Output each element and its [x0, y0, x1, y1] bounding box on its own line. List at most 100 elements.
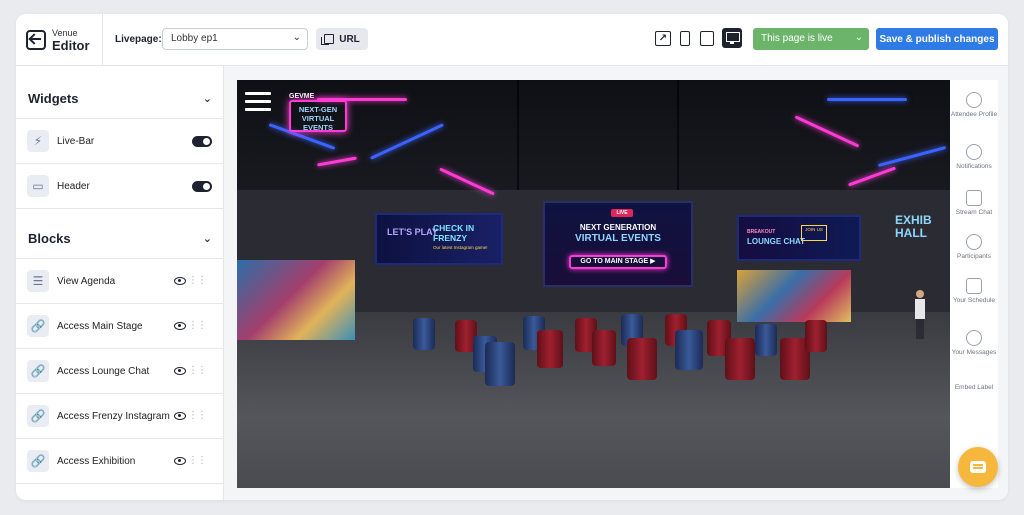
block-row-frenzy-instagram[interactable]: 🔗 Access Frenzy Instagram ⋮⋮ — [16, 393, 224, 438]
block-row-lounge-chat[interactable]: 🔗 Access Lounge Chat ⋮⋮ — [16, 348, 224, 393]
block-label: Access Frenzy Instagram — [57, 410, 170, 422]
main-title-line2: VIRTUAL EVENTS — [575, 233, 661, 244]
check-in-frenzy-title: CHECK IN FRENZY — [433, 223, 475, 243]
sidebar: Widgets ⌄ ⚡ Live-Bar ▭ Header Blocks ⌄ ☰… — [16, 66, 224, 500]
eye-icon[interactable] — [174, 367, 186, 375]
user-icon — [966, 92, 982, 108]
exit-icon — [26, 30, 46, 50]
url-button-label: URL — [339, 33, 360, 45]
save-publish-button[interactable]: Save & publish changes — [876, 28, 998, 50]
widget-row-live-bar[interactable]: ⚡ Live-Bar — [16, 118, 224, 163]
rail-your-schedule[interactable]: Your Schedule — [950, 278, 998, 305]
rail-notifications[interactable]: Notifications — [950, 144, 998, 171]
mobile-view-icon[interactable] — [680, 31, 690, 46]
blocks-title: Blocks — [28, 230, 71, 246]
header-divider — [102, 14, 103, 66]
chat-fab-button[interactable] — [958, 447, 998, 487]
eye-icon[interactable] — [174, 322, 186, 330]
gevme-logo: GEVME — [289, 93, 315, 100]
lounge-chat-title: LOUNGE CHAT — [747, 237, 806, 246]
calendar-icon — [966, 278, 982, 294]
chevron-down-icon: ⌄ — [202, 232, 212, 245]
brand-main-text: Editor — [52, 37, 90, 53]
exhibition-hall-sign[interactable]: EXHIB HALL — [895, 214, 950, 240]
venue-preview[interactable]: GEVME NEXT-GEN VIRTUAL EVENTS LET'S PLAY… — [237, 80, 950, 488]
blocks-section-header[interactable]: Blocks ⌄ — [16, 218, 224, 258]
link-icon: 🔗 — [27, 450, 49, 472]
drag-handle-icon[interactable]: ⋮⋮ — [188, 276, 207, 286]
lightning-icon: ⚡ — [27, 130, 49, 152]
tablet-view-icon[interactable] — [700, 31, 714, 46]
widgets-title: Widgets — [28, 90, 79, 106]
link-icon: 🔗 — [27, 360, 49, 382]
breakout-text: BREAKOUT — [747, 229, 776, 235]
live-bar-toggle[interactable] — [192, 135, 212, 147]
open-external-icon[interactable]: ↗ — [655, 31, 671, 46]
chevron-down-icon: ⌄ — [292, 32, 301, 43]
hamburger-menu-icon[interactable] — [245, 92, 271, 116]
people-icon — [966, 234, 982, 250]
widgets-section-header[interactable]: Widgets ⌄ — [16, 78, 224, 118]
header-toggle[interactable] — [192, 180, 212, 192]
eye-icon[interactable] — [174, 277, 186, 285]
chat-icon — [966, 190, 982, 206]
check-in-frenzy-screen[interactable]: LET'S PLAY CHECK IN FRENZY Our latest In… — [375, 213, 503, 265]
top-bar: Venue Editor Livepage: Lobby ep1 ⌄ URL ↗… — [16, 14, 1008, 66]
livepage-value: Lobby ep1 — [171, 33, 218, 44]
main-title-line1: NEXT GENERATION — [579, 223, 657, 232]
live-status-value: This page is live — [761, 33, 833, 44]
livepage-select[interactable]: Lobby ep1 ⌄ — [162, 28, 308, 50]
left-mural — [237, 260, 355, 340]
section-divider — [16, 483, 224, 484]
rail-embed-label[interactable]: Embed Label — [950, 384, 998, 392]
live-badge: LIVE — [611, 209, 633, 217]
drag-handle-icon[interactable]: ⋮⋮ — [188, 411, 207, 421]
frenzy-subtitle: Our latest Instagram game! — [433, 245, 488, 250]
join-us-sign: JOIN US — [801, 225, 827, 241]
neon-sign-next-gen: NEXT-GEN VIRTUAL EVENTS — [289, 100, 347, 132]
rail-attendee-profile[interactable]: Attendee Profile — [950, 92, 998, 119]
livepage-label: Livepage: — [115, 34, 162, 45]
right-mural — [737, 270, 851, 322]
widget-label: Header — [57, 180, 90, 192]
drag-handle-icon[interactable]: ⋮⋮ — [188, 366, 207, 376]
block-row-exhibition[interactable]: 🔗 Access Exhibition ⋮⋮ — [16, 438, 224, 483]
eye-icon[interactable] — [174, 457, 186, 465]
block-row-main-stage[interactable]: 🔗 Access Main Stage ⋮⋮ — [16, 303, 224, 348]
link-icon: 🔗 — [27, 315, 49, 337]
rail-your-messages[interactable]: Your Messages — [950, 330, 998, 357]
brand-sup-text: Venue — [52, 27, 78, 38]
widget-label: Live-Bar — [57, 135, 95, 147]
rail-stream-chat[interactable]: Stream Chat — [950, 190, 998, 217]
attendee-rail: Attendee Profile Notifications Stream Ch… — [950, 80, 998, 488]
url-button[interactable]: URL — [316, 28, 368, 50]
live-status-select[interactable]: This page is live ⌄ — [753, 28, 869, 50]
bell-icon — [966, 144, 982, 160]
header-icon: ▭ — [27, 175, 49, 197]
lounge-chat-screen[interactable]: BREAKOUT LOUNGE CHAT JOIN US — [737, 215, 861, 261]
block-row-view-agenda[interactable]: ☰ View Agenda ⋮⋮ — [16, 258, 224, 303]
chevron-down-icon: ⌄ — [854, 32, 863, 43]
chevron-down-icon: ⌄ — [202, 92, 212, 105]
brand-logo[interactable]: Venue Editor — [26, 24, 102, 56]
venue-editor-app: Venue Editor Livepage: Lobby ep1 ⌄ URL ↗… — [16, 14, 1008, 500]
section-divider — [16, 208, 224, 209]
main-stage-screen[interactable]: LIVE NEXT GENERATION VIRTUAL EVENTS GO T… — [543, 201, 693, 287]
lets-play-text: LET'S PLAY — [387, 227, 438, 237]
list-icon: ☰ — [27, 270, 49, 292]
drag-handle-icon[interactable]: ⋮⋮ — [188, 456, 207, 466]
desktop-view-icon[interactable] — [722, 28, 742, 48]
block-label: Access Main Stage — [57, 320, 143, 332]
rail-participants[interactable]: Participants — [950, 234, 998, 261]
go-to-main-stage-button[interactable]: GO TO MAIN STAGE ▶ — [569, 255, 667, 269]
send-icon — [966, 330, 982, 346]
block-label: Access Lounge Chat — [57, 365, 150, 377]
link-icon: 🔗 — [27, 405, 49, 427]
drag-handle-icon[interactable]: ⋮⋮ — [188, 321, 207, 331]
eye-icon[interactable] — [174, 412, 186, 420]
widget-row-header[interactable]: ▭ Header — [16, 163, 224, 208]
person-figure — [915, 290, 925, 340]
copy-icon — [321, 34, 335, 45]
block-label: View Agenda — [57, 275, 116, 287]
block-label: Access Exhibition — [57, 455, 136, 467]
